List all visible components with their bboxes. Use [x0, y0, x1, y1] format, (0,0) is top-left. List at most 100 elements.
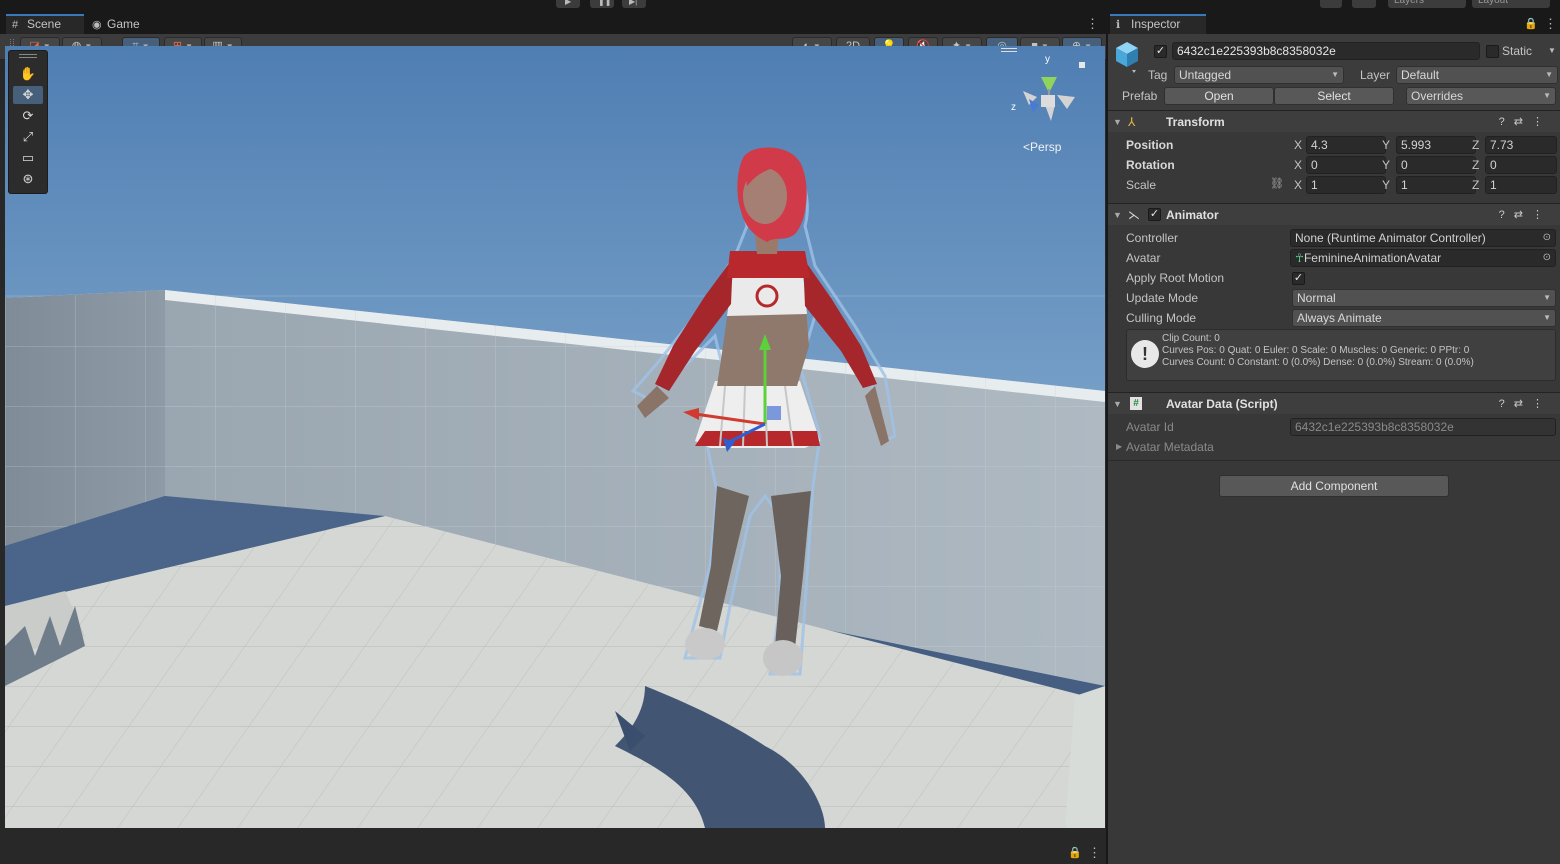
component-actions[interactable]: ?⇄⋮ [1499, 111, 1552, 133]
scale-x-field[interactable]: 1 [1306, 176, 1386, 194]
prefab-select-button[interactable]: Select [1274, 87, 1394, 105]
gizmo-lock-icon[interactable] [1079, 62, 1085, 68]
rotation-x-field[interactable]: 0 [1306, 156, 1386, 174]
constrain-proportions-icon[interactable]: ⛓ [1270, 177, 1284, 190]
tag-dropdown[interactable]: Untagged ▼ [1174, 66, 1344, 84]
prefab-label: Prefab [1122, 89, 1158, 103]
layer-label: Layer [1360, 68, 1391, 82]
animator-header[interactable]: ▼ ⋋ ✓ Animator ?⇄⋮ [1108, 203, 1560, 225]
prefab-open-button[interactable]: Open [1164, 87, 1274, 105]
object-active-checkbox[interactable]: ✓ [1154, 45, 1167, 58]
axis-z-label: Z [1472, 138, 1480, 152]
help-icon[interactable]: ? [1499, 209, 1514, 221]
search-icon[interactable] [1352, 0, 1376, 8]
component-actions[interactable]: ?⇄⋮ [1499, 393, 1552, 415]
tab-inspector-label: Inspector [1131, 17, 1181, 31]
chevron-down-icon: ▼ [1545, 70, 1553, 79]
static-checkbox[interactable] [1486, 45, 1499, 58]
info-icon: ℹ [1116, 19, 1121, 31]
rotation-z-field[interactable]: 0 [1485, 156, 1557, 174]
preset-icon[interactable]: ⇄ [1514, 116, 1532, 128]
static-dropdown-icon[interactable]: ▼ [1548, 46, 1556, 55]
projection-toggle[interactable]: <Persp [1023, 140, 1061, 154]
object-picker-icon[interactable]: ⊙ [1543, 250, 1551, 266]
foldout-arrow-icon[interactable]: ▼ [1113, 204, 1122, 226]
add-component-button[interactable]: Add Component [1219, 475, 1449, 497]
inspector-tab-bar: ℹ Inspector 🔒 ⋮ [1108, 14, 1560, 34]
lock-icon[interactable]: 🔒 [1524, 17, 1538, 30]
more-options-icon[interactable]: ⋮ [1086, 16, 1099, 32]
avatar-metadata-label[interactable]: Avatar Metadata [1126, 438, 1214, 456]
lock-icon[interactable]: 🔒 [1068, 846, 1082, 859]
foldout-arrow-icon[interactable]: ▼ [1113, 111, 1122, 133]
layer-dropdown[interactable]: Default ▼ [1396, 66, 1558, 84]
tab-game[interactable]: ◉ Game [86, 14, 160, 34]
culling-mode-label: Culling Mode [1126, 311, 1197, 325]
more-options-icon[interactable]: ⋮ [1532, 209, 1552, 221]
animator-enabled-checkbox[interactable]: ✓ [1148, 208, 1161, 221]
tab-scene-label: Scene [27, 17, 62, 31]
scale-z-field[interactable]: 1 [1485, 176, 1557, 194]
position-x-field[interactable]: 4.3 [1306, 136, 1386, 154]
more-options-icon[interactable]: ⋮ [1532, 116, 1552, 128]
overrides-label: Overrides [1411, 89, 1464, 103]
transform-tool-icon[interactable]: ⊛ [13, 170, 43, 188]
more-options-icon[interactable]: ⋮ [1544, 16, 1557, 32]
tab-inspector[interactable]: ℹ Inspector [1110, 14, 1206, 34]
avatar-data-title: Avatar Data (Script) [1166, 397, 1278, 411]
step-button[interactable]: ▶| [622, 0, 646, 8]
scene-tab-bar: # Scene ◉ Game ⋮ [0, 14, 1106, 34]
position-label: Position [1126, 138, 1174, 152]
tab-game-label: Game [107, 17, 140, 31]
transform-header[interactable]: ▼ ⅄ Transform ?⇄⋮ [1108, 110, 1560, 132]
more-options-icon[interactable]: ⋮ [1088, 845, 1101, 861]
tool-palette: ✋ ✥ ⟳ ⤢ ▭ ⊛ [8, 50, 48, 194]
scale-tool-icon[interactable]: ⤢ [13, 128, 43, 146]
preset-icon[interactable]: ⇄ [1514, 209, 1532, 221]
help-icon[interactable]: ? [1499, 116, 1514, 128]
axis-y-label: Y [1382, 158, 1391, 172]
chevron-down-icon: ▼ [1543, 91, 1551, 100]
object-picker-icon[interactable]: ⊙ [1543, 230, 1551, 246]
rotation-y-field[interactable]: 0 [1396, 156, 1476, 174]
more-options-icon[interactable]: ⋮ [1532, 398, 1552, 410]
avatar-data-header[interactable]: ▼ # Avatar Data (Script) ?⇄⋮ [1108, 392, 1560, 414]
position-z-field[interactable]: 7.73 [1485, 136, 1557, 154]
component-actions[interactable]: ?⇄⋮ [1499, 204, 1552, 226]
layers-dropdown[interactable]: Layers [1388, 0, 1466, 8]
controller-field[interactable]: None (Runtime Animator Controller) ⊙ [1290, 229, 1556, 247]
axis-x-label: X [1294, 158, 1303, 172]
overlay-grip-icon [1001, 48, 1017, 52]
info-line-clip-count: Clip Count: 0 [1162, 333, 1220, 344]
culling-mode-dropdown[interactable]: Always Animate ▼ [1292, 309, 1556, 327]
move-tool-icon[interactable]: ✥ [13, 86, 43, 104]
object-name-field[interactable]: 6432c1e225393b8c8358032e [1172, 42, 1480, 60]
play-button[interactable]: ▶ [556, 0, 580, 8]
layout-dropdown[interactable]: Layout [1472, 0, 1550, 8]
foldout-arrow-icon[interactable]: ▶ [1116, 442, 1122, 451]
help-icon[interactable]: ? [1499, 398, 1514, 410]
pause-button[interactable]: ❚❚ [590, 0, 614, 8]
history-icon[interactable] [1320, 0, 1342, 8]
animator-icon: ⋋ [1128, 208, 1140, 222]
scale-y-field[interactable]: 1 [1396, 176, 1476, 194]
hand-tool-icon[interactable]: ✋ [13, 65, 43, 83]
transform-axes-icon: ⅄ [1128, 115, 1136, 129]
scene-viewport[interactable]: ✋ ✥ ⟳ ⤢ ▭ ⊛ y z <Persp [5, 46, 1105, 828]
rect-tool-icon[interactable]: ▭ [13, 149, 43, 167]
controller-label: Controller [1126, 231, 1179, 245]
scene-footer: 🔒 ⋮ [0, 842, 1106, 864]
position-y-field[interactable]: 5.993 [1396, 136, 1476, 154]
overrides-dropdown[interactable]: Overrides ▼ [1406, 87, 1556, 105]
rotation-label: Rotation [1126, 158, 1175, 172]
update-mode-dropdown[interactable]: Normal ▼ [1292, 289, 1556, 307]
preset-icon[interactable]: ⇄ [1514, 398, 1532, 410]
avatar-field[interactable]: ☥FeminineAnimationAvatar ⊙ [1290, 249, 1556, 267]
rotate-tool-icon[interactable]: ⟳ [13, 107, 43, 125]
tab-scene[interactable]: # Scene [6, 14, 84, 34]
foldout-arrow-icon[interactable]: ▼ [1113, 393, 1122, 415]
avatar-id-field: 6432c1e225393b8c8358032e [1290, 418, 1556, 436]
gizmo-z-label: z [1011, 102, 1016, 113]
layer-value: Default [1401, 68, 1440, 82]
apply-root-motion-checkbox[interactable]: ✓ [1292, 272, 1305, 285]
